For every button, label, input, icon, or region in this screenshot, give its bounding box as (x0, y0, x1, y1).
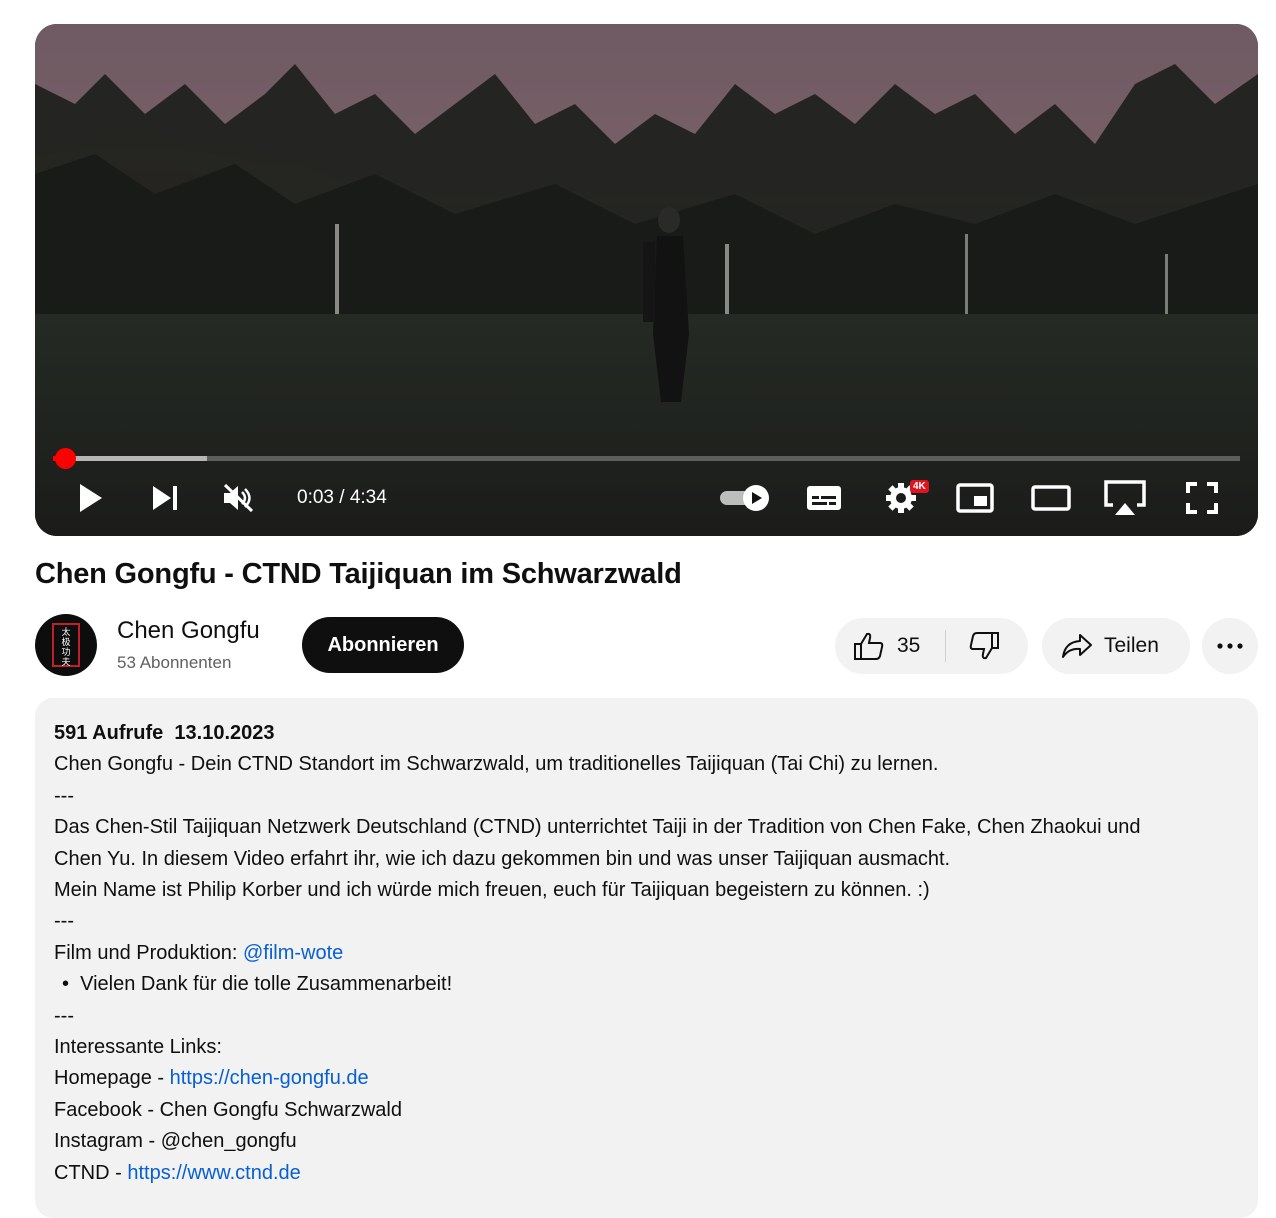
subtitles-button[interactable] (803, 472, 845, 524)
facebook-line: Facebook - Chen Gongfu Schwarzwald (54, 1098, 402, 1121)
description-meta: 591 Aufrufe 13.10.2023 (54, 718, 1244, 749)
share-icon (1062, 634, 1092, 658)
svg-text:夫: 夫 (61, 656, 70, 668)
play-icon (80, 484, 102, 512)
thumbs-up-icon (854, 632, 884, 660)
description-line: Chen Gongfu - Dein CTND Standort im Schw… (54, 753, 939, 776)
subtitles-icon (807, 486, 841, 510)
upload-date: 13.10.2023 (174, 722, 275, 744)
video-title: Chen Gongfu - CTND Taijiquan im Schwarzw… (35, 558, 682, 590)
homepage-link[interactable]: https://chen-gongfu.de (170, 1067, 369, 1089)
theater-mode-button[interactable] (1029, 472, 1073, 524)
theater-mode-icon (1031, 485, 1071, 511)
view-count: 591 Aufrufe (54, 722, 164, 744)
quality-badge: 4K (910, 480, 929, 493)
time-display: 0:03 / 4:34 (297, 486, 387, 510)
miniplayer-icon (956, 483, 994, 513)
share-label: Teilen (1104, 634, 1159, 657)
mute-button[interactable] (219, 472, 257, 524)
description-content: 591 Aufrufe 13.10.2023 Chen Gongfu - Dei… (54, 718, 1244, 1189)
ctnd-link[interactable]: https://www.ctnd.de (127, 1162, 300, 1184)
autoplay-toggle-icon (720, 485, 769, 511)
next-button[interactable] (147, 472, 183, 524)
svg-text:极: 极 (61, 636, 70, 648)
bullet-text: Vielen Dank für die tolle Zusammenarbeit… (80, 973, 453, 996)
progress-bar[interactable] (53, 448, 1240, 469)
channel-logo-icon: 太 极 功 夫 (52, 623, 80, 668)
thumbs-down-icon (969, 632, 999, 660)
airplay-icon (1104, 480, 1146, 515)
ctnd-label: CTND - (54, 1161, 128, 1184)
channel-avatar[interactable]: 太 极 功 夫 (35, 614, 97, 676)
fullscreen-button[interactable] (1181, 472, 1223, 524)
homepage-line: Homepage - https://chen-gongfu.de (54, 1063, 1244, 1094)
description-separator: --- (54, 1004, 74, 1027)
description-line: Chen Yu. In diesem Video erfahrt ihr, wi… (54, 847, 951, 870)
description-box[interactable]: 591 Aufrufe 13.10.2023 Chen Gongfu - Dei… (35, 698, 1258, 1218)
svg-text:功: 功 (61, 647, 70, 658)
progress-scrubber-handle[interactable] (54, 448, 76, 469)
like-dislike-group: 35 (835, 618, 1028, 674)
description-separator: --- (54, 784, 74, 807)
subscribe-button[interactable]: Abonnieren (302, 617, 464, 673)
description-line: Mein Name ist Philip Korber und ich würd… (54, 879, 930, 902)
svg-text:太: 太 (61, 626, 70, 638)
miniplayer-button[interactable] (953, 472, 997, 524)
dislike-button[interactable] (946, 618, 1028, 674)
film-credit-line: Film und Produktion: @film-wote (54, 938, 1244, 969)
bullet-item: • Vielen Dank für die tolle Zusammenarbe… (62, 973, 453, 996)
more-actions-button[interactable] (1202, 618, 1258, 674)
progress-buffered (53, 456, 208, 461)
channel-name[interactable]: Chen Gongfu (117, 617, 260, 645)
share-button[interactable]: Teilen (1042, 618, 1190, 674)
description-separator: --- (54, 910, 74, 933)
film-credit-link[interactable]: @film-wote (243, 942, 343, 964)
fullscreen-icon (1186, 482, 1218, 514)
links-heading: Interessante Links: (54, 1036, 222, 1059)
next-icon (153, 486, 177, 510)
description-line: Das Chen-Stil Taijiquan Netzwerk Deutsch… (54, 816, 1141, 839)
play-button[interactable] (71, 472, 109, 524)
video-player[interactable]: 0:03 / 4:34 4K (35, 24, 1258, 536)
instagram-line: Instagram - @chen_gongfu (54, 1130, 297, 1153)
film-credit-label: Film und Produktion: (54, 941, 243, 964)
like-button[interactable]: 35 (835, 618, 946, 674)
time-total: 4:34 (349, 487, 387, 508)
player-controls: 0:03 / 4:34 4K (35, 472, 1258, 524)
homepage-label: Homepage - (54, 1067, 170, 1090)
more-icon (1217, 643, 1243, 649)
time-separator: / (333, 487, 350, 508)
time-current: 0:03 (297, 487, 334, 508)
autoplay-toggle[interactable] (717, 472, 773, 524)
like-count: 35 (897, 634, 921, 657)
airplay-button[interactable] (1101, 472, 1149, 524)
mute-icon (223, 483, 254, 513)
ctnd-line: CTND - https://www.ctnd.de (54, 1158, 1244, 1189)
subscriber-count: 53 Abonnenten (117, 653, 232, 672)
